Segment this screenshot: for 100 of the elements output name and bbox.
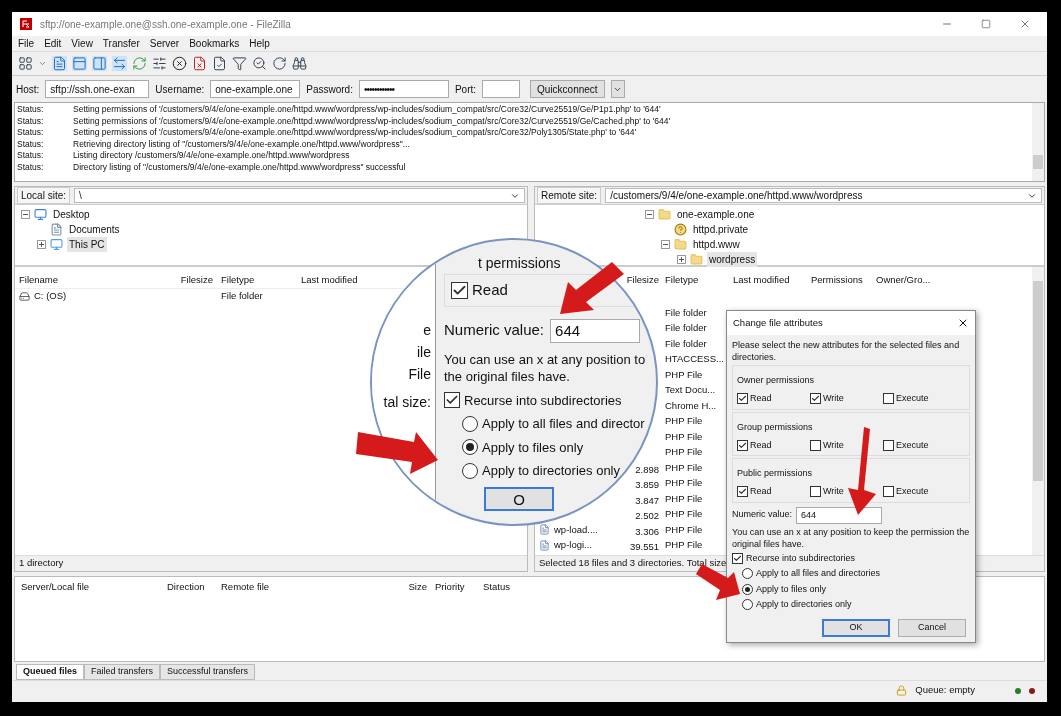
checkbox[interactable] xyxy=(810,439,821,451)
radio-button[interactable] xyxy=(742,583,753,595)
file-type: PHP File xyxy=(664,460,703,475)
file-check-icon[interactable] xyxy=(212,56,227,71)
sync-icon[interactable] xyxy=(272,56,287,71)
tree-item[interactable]: This PC xyxy=(67,237,107,252)
checkbox[interactable] xyxy=(451,281,468,299)
collapse-toggle[interactable] xyxy=(661,240,670,249)
tree-item[interactable]: Documents xyxy=(67,222,122,237)
search-icon[interactable] xyxy=(252,56,267,71)
checkbox[interactable] xyxy=(737,439,748,451)
file-size: 3.847 xyxy=(635,494,659,506)
field-label: Host: xyxy=(16,82,40,97)
column-header[interactable]: Size xyxy=(397,580,427,595)
tab[interactable]: Successful transfers xyxy=(160,664,256,680)
tab[interactable]: Queued files xyxy=(16,664,84,680)
checkbox[interactable] xyxy=(810,393,821,405)
tree-item[interactable]: one-example.one xyxy=(675,207,757,222)
file-type: PHP File xyxy=(664,538,703,553)
input-field[interactable]: one-example.one xyxy=(210,80,301,98)
field-label: Numeric value: xyxy=(732,508,793,522)
ok-button[interactable]: O xyxy=(484,486,554,511)
checkbox[interactable] xyxy=(737,486,748,498)
column-header[interactable]: Filetype xyxy=(221,273,255,285)
quickconnect-button[interactable]: Quickconnect xyxy=(530,80,605,98)
unknown-folder-icon xyxy=(674,223,687,236)
menu-item[interactable]: File xyxy=(18,36,35,51)
binoculars-icon[interactable] xyxy=(292,56,307,71)
cancel-icon[interactable] xyxy=(172,56,187,71)
radio-button[interactable] xyxy=(742,568,753,580)
menu-item[interactable]: Server xyxy=(149,36,180,51)
path-combobox[interactable]: \ xyxy=(74,188,525,203)
column-header[interactable]: Filename xyxy=(19,273,59,285)
tree-item[interactable]: wordpress xyxy=(707,252,758,267)
computer-icon xyxy=(50,238,63,251)
close-icon[interactable] xyxy=(957,317,969,329)
checkbox[interactable] xyxy=(883,486,894,498)
menu-item[interactable]: Bookmarks xyxy=(189,36,240,51)
column-header[interactable]: Direction xyxy=(167,580,217,595)
caret-icon[interactable] xyxy=(38,59,47,68)
radio-button[interactable] xyxy=(462,439,478,456)
numeric-value-field[interactable]: 644 xyxy=(796,506,883,524)
expand-toggle[interactable] xyxy=(677,255,686,264)
password-field[interactable]: •••••••••••• xyxy=(358,80,449,98)
site-manager-icon[interactable] xyxy=(18,56,33,71)
panel-icon[interactable] xyxy=(92,56,107,71)
column-header[interactable]: Permissions xyxy=(811,274,863,285)
tree-item[interactable]: Desktop xyxy=(51,207,92,222)
checkbox[interactable] xyxy=(883,393,894,405)
expand-toggle[interactable] xyxy=(37,240,46,249)
column-header[interactable]: Remote file xyxy=(217,580,397,595)
numeric-value-field[interactable]: 644 xyxy=(550,318,641,343)
column-header[interactable]: Filesize xyxy=(180,273,213,285)
ok-button[interactable]: OK xyxy=(822,618,890,637)
tree-item[interactable]: httpd.www xyxy=(691,237,742,252)
checkbox-label: Recurse into subdirectories xyxy=(746,551,856,565)
column-header[interactable]: Priority xyxy=(427,580,475,595)
radio-button[interactable] xyxy=(462,415,478,432)
log-toggle-icon[interactable] xyxy=(52,56,67,71)
menu-item[interactable]: Transfer xyxy=(102,36,140,51)
checkbox-label: Read xyxy=(472,280,508,300)
filter-icon[interactable] xyxy=(232,56,247,71)
file-name[interactable]: wp-logi... xyxy=(554,538,592,553)
radio-button[interactable] xyxy=(462,462,478,479)
cancel-button[interactable]: Cancel xyxy=(898,618,966,637)
column-header[interactable]: Filetype xyxy=(665,274,699,285)
checkbox[interactable] xyxy=(732,552,743,564)
checkbox[interactable] xyxy=(444,392,460,409)
column-header[interactable]: Last modified xyxy=(733,274,790,285)
menu-item[interactable]: View xyxy=(71,36,93,51)
path-combobox[interactable]: /customers/9/4/e/one-example.one/httpd.www/wordpress xyxy=(605,188,1042,203)
scrollbar[interactable] xyxy=(1032,103,1044,181)
file-name[interactable]: wp-load.... xyxy=(554,522,598,537)
panel-icon[interactable] xyxy=(72,56,87,71)
group-title: Owner permissions xyxy=(737,375,815,385)
checkbox[interactable] xyxy=(883,439,894,451)
log-message: Listing directory /customers/9/4/e/one-example.one/httpd.www/wordpress xyxy=(73,149,350,163)
column-header[interactable]: Last modified xyxy=(301,273,358,285)
scrollbar[interactable] xyxy=(1032,267,1044,555)
checkbox[interactable] xyxy=(737,393,748,405)
menu-item[interactable]: Edit xyxy=(44,36,62,51)
checkbox[interactable] xyxy=(810,486,821,498)
input-field[interactable] xyxy=(482,80,521,98)
column-header[interactable]: Owner/Gro... xyxy=(876,274,931,285)
column-header[interactable]: Filesize xyxy=(626,274,659,285)
file-type: PHP File xyxy=(664,507,703,522)
checkbox-label: Read xyxy=(750,438,772,452)
column-header[interactable]: Server/Local file xyxy=(21,580,167,595)
file-cross-icon[interactable] xyxy=(192,56,207,71)
column-header[interactable]: Status xyxy=(475,580,535,595)
file-name[interactable]: C: (OS) xyxy=(34,289,67,304)
input-field[interactable]: sftp://ssh.one-exan xyxy=(45,80,150,98)
collapse-toggle[interactable] xyxy=(21,210,30,219)
radio-button[interactable] xyxy=(742,599,753,611)
tree-item[interactable]: httpd.private xyxy=(691,222,751,237)
filter-sliders-icon[interactable] xyxy=(152,56,167,71)
transfer-icon[interactable] xyxy=(112,56,127,71)
menu-item[interactable]: Help xyxy=(249,36,270,51)
tab[interactable]: Failed transfers xyxy=(84,664,161,680)
collapse-toggle[interactable] xyxy=(645,210,654,219)
